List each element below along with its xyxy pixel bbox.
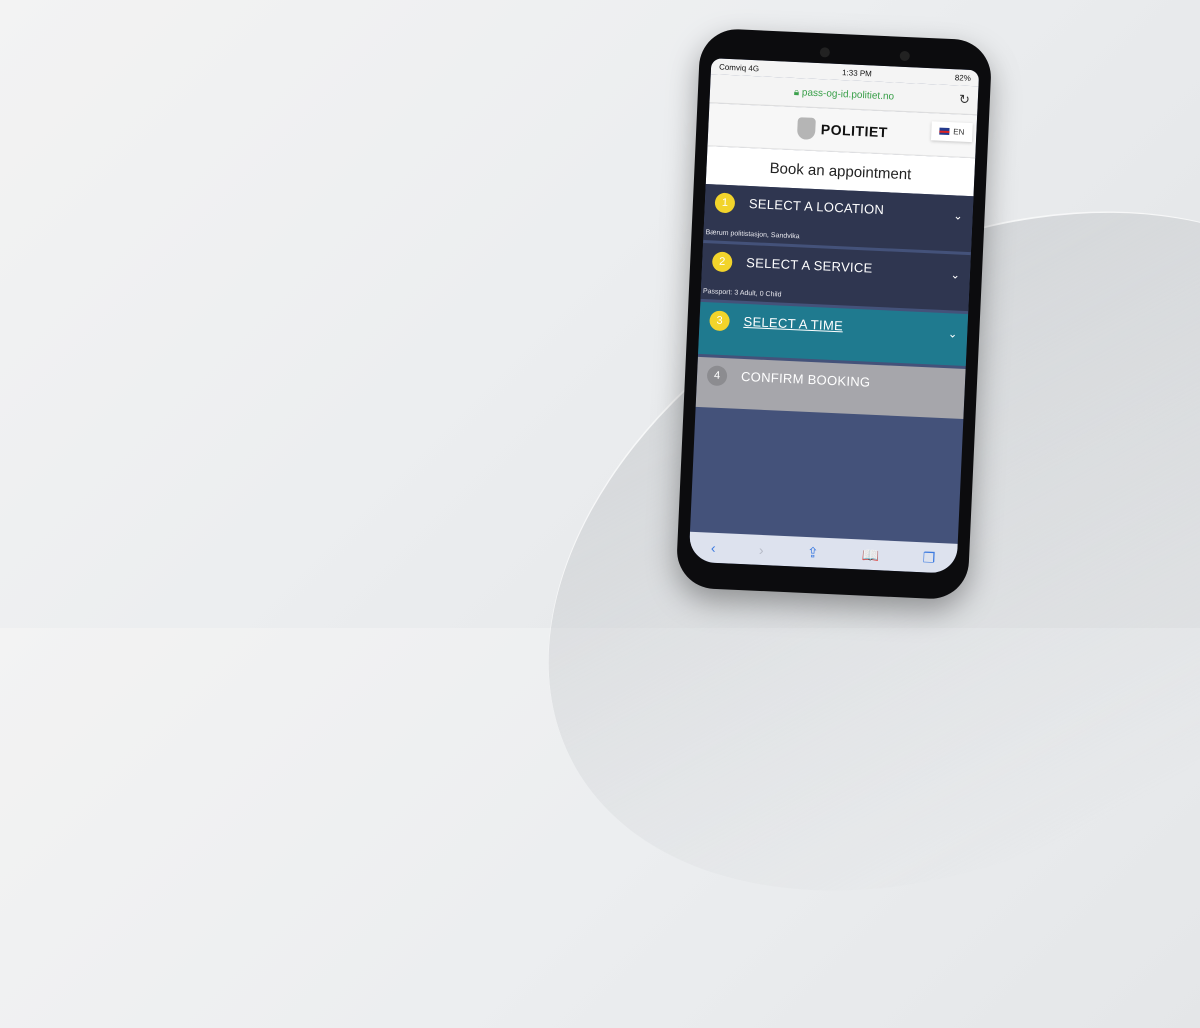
- step-confirm-booking: 4 CONFIRM BOOKING: [695, 356, 966, 419]
- carrier: Comviq: [718, 62, 747, 73]
- step-label: SELECT A SERVICE: [745, 254, 873, 276]
- step-select-time[interactable]: 3 SELECT A TIME ⌄: [698, 301, 969, 367]
- battery: 82%: [954, 72, 972, 83]
- step-label[interactable]: SELECT A TIME: [743, 314, 957, 339]
- language-selector[interactable]: EN: [930, 121, 973, 143]
- share-icon[interactable]: ⇪: [807, 544, 819, 562]
- step-select-location[interactable]: 1 SELECT A LOCATION Bærum politistasjon,…: [703, 184, 974, 253]
- camera-icon: [819, 47, 831, 58]
- bookmarks-icon[interactable]: 📖: [862, 546, 880, 564]
- browser-toolbar: ‹ › ⇪ 📖 ❐: [688, 531, 958, 574]
- clock: 1:33 PM: [841, 67, 873, 78]
- uk-flag-icon: [939, 127, 950, 136]
- phone-device: Comviq 4G 1:33 PM 82% 🔒︎ pass-og-id.poli…: [675, 27, 993, 601]
- language-label: EN: [953, 127, 965, 137]
- phone-screen: Comviq 4G 1:33 PM 82% 🔒︎ pass-og-id.poli…: [688, 58, 980, 574]
- step-select-service[interactable]: 2 SELECT A SERVICE Passport: 3 Adult, 0 …: [700, 242, 971, 312]
- step-label: SELECT A LOCATION: [748, 196, 885, 218]
- step-summary: Passport: 3 Adult, 0 Child: [702, 288, 782, 299]
- step-number: 4: [706, 365, 728, 387]
- url-text: pass-og-id.politiet.no: [801, 86, 895, 102]
- step-number: 1: [714, 192, 736, 214]
- forward-icon[interactable]: ›: [759, 542, 764, 558]
- brand-logo[interactable]: POLITIET: [821, 121, 889, 140]
- step-number: 2: [711, 251, 733, 273]
- chevron-down-icon[interactable]: ⌄: [953, 209, 963, 222]
- sensor-icon: [899, 50, 911, 62]
- step-label: CONFIRM BOOKING: [740, 368, 871, 390]
- step-summary: Bærum politistasjon, Sandvika: [705, 229, 800, 241]
- chevron-down-icon[interactable]: ⌄: [948, 327, 958, 340]
- chevron-down-icon[interactable]: ⌄: [950, 268, 960, 281]
- reload-icon[interactable]: ↻: [959, 91, 971, 107]
- tabs-icon[interactable]: ❐: [922, 549, 935, 567]
- step-number: 3: [709, 310, 731, 332]
- back-icon[interactable]: ‹: [711, 540, 716, 556]
- network: 4G: [748, 63, 760, 73]
- police-crest-icon: [796, 117, 816, 140]
